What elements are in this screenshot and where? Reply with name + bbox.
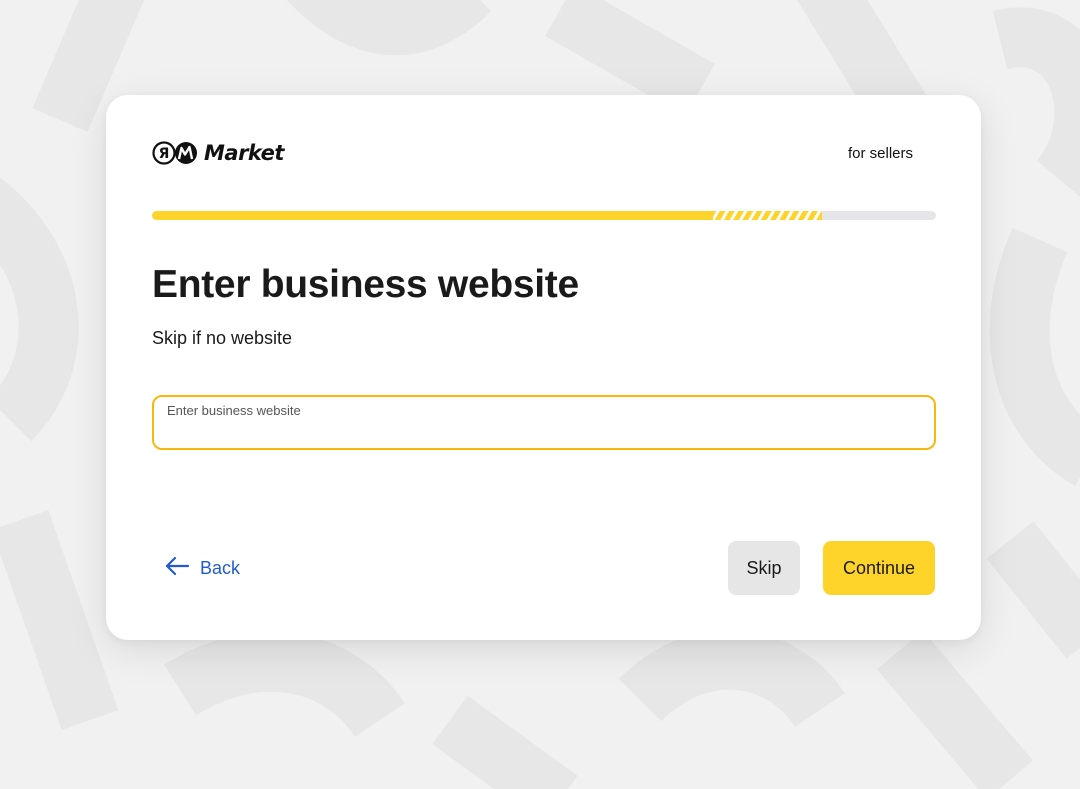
- website-input-label: Enter business website: [167, 403, 301, 418]
- website-input-container[interactable]: Enter business website: [152, 395, 936, 450]
- skip-button-label: Skip: [746, 557, 782, 578]
- back-button-label: Back: [200, 558, 241, 578]
- signup-card: Я Market for sellers Enter business webs…: [106, 95, 981, 640]
- back-button[interactable]: Back: [164, 555, 240, 582]
- progress-bar-fill: [152, 211, 721, 220]
- page-subtitle: Skip if no website: [152, 328, 293, 348]
- skip-button[interactable]: Skip: [728, 541, 800, 595]
- progress-bar-current-step: [712, 211, 823, 220]
- yandex-market-logo[interactable]: Я Market: [152, 140, 284, 166]
- continue-button-label: Continue: [842, 557, 916, 578]
- for-sellers-label: for sellers: [847, 145, 913, 162]
- continue-button[interactable]: Continue: [823, 541, 935, 595]
- website-input[interactable]: [166, 421, 922, 443]
- logo-text: Market: [204, 141, 284, 165]
- page-title: Enter business website: [152, 263, 579, 306]
- progress-bar: [152, 211, 936, 220]
- svg-text:Я: Я: [159, 146, 170, 162]
- yandex-logo-icon: Я: [152, 140, 198, 166]
- arrow-left-icon: [164, 555, 190, 582]
